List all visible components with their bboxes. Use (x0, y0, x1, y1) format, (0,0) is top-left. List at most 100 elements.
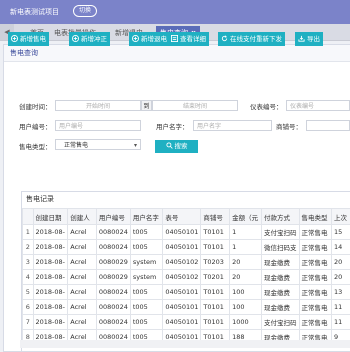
system-title: 新电表测试项目 (10, 7, 59, 17)
resend-online-payment-button[interactable]: 在线支付重新下发 (218, 32, 285, 46)
table-row[interactable]: 42018-08-Acrel0080029system04050102T0201… (23, 270, 350, 285)
column-header[interactable]: 创建日期 (33, 209, 68, 225)
table-cell: 现金缴费 (262, 300, 300, 315)
column-header[interactable]: 表号 (163, 209, 201, 225)
new-refund-label: 新增退电 (141, 35, 167, 43)
table-cell: 0080024 (96, 225, 130, 240)
table-cell: T0101 (201, 240, 230, 255)
table-cell: 04050101 (163, 300, 201, 315)
create-time-label: 创建时间： (19, 101, 52, 111)
table-cell: 100 (230, 300, 262, 315)
table-cell: 2018-08- (33, 255, 68, 270)
table-cell: 正常售电 (299, 240, 331, 255)
table-cell: T0101 (201, 300, 230, 315)
table-cell: T0203 (201, 255, 230, 270)
horizontal-scrollbar[interactable] (20, 340, 350, 348)
table-cell: 20 (331, 255, 350, 270)
export-label: 导出 (307, 35, 320, 43)
table-cell: T0101 (201, 315, 230, 330)
table-cell: 0080024 (96, 240, 130, 255)
user-name-input[interactable]: 用户名字 (193, 120, 272, 131)
table-cell: 2018-08- (33, 285, 68, 300)
column-header[interactable]: 上次 (331, 209, 350, 225)
column-header[interactable]: 用户名字 (130, 209, 162, 225)
table-cell: T0101 (201, 285, 230, 300)
export-button[interactable]: 导出 (295, 32, 323, 46)
top-header: 新电表测试项目 切换 (0, 0, 350, 24)
table-cell: 15 (331, 225, 350, 240)
search-icon (166, 142, 173, 149)
table-row[interactable]: 52018-08-Acrel0080024t00504050101T010110… (23, 285, 350, 300)
table-row[interactable]: 62018-08-Acrel0080024t00504050101T010110… (23, 300, 350, 315)
new-sale-label: 新增售电 (20, 35, 46, 43)
column-header[interactable]: 用户编号 (96, 209, 130, 225)
new-refund-button[interactable]: 新增退电 (129, 32, 170, 46)
shop-no-input[interactable] (306, 120, 350, 131)
view-detail-button[interactable]: 查看详细 (168, 32, 209, 46)
table-cell: system (130, 255, 162, 270)
row-index: 4 (23, 270, 34, 285)
resend-online-payment-label: 在线支付重新下发 (230, 35, 282, 43)
table-cell: 正常售电 (299, 225, 331, 240)
column-header[interactable]: 商铺号 (201, 209, 230, 225)
start-time-input[interactable]: 开始时间 (55, 100, 141, 111)
sale-type-value: 正常售电 (64, 142, 88, 149)
table-cell: 2018-08- (33, 300, 68, 315)
table-cell: 2018-08- (33, 315, 68, 330)
table-row[interactable]: 12018-08-Acrel0080024t00504050101T01011支… (23, 225, 350, 240)
table-cell: 1000 (230, 315, 262, 330)
table-cell: 微信扫码支 (262, 240, 300, 255)
row-index: 6 (23, 300, 34, 315)
view-detail-label: 查看详细 (180, 35, 206, 43)
column-header[interactable]: 付款方式 (262, 209, 300, 225)
column-header[interactable]: 金额（元 (230, 209, 262, 225)
table-cell: 正常售电 (299, 315, 331, 330)
table-cell: 现金缴费 (262, 285, 300, 300)
panel-title: 售电查询 (4, 45, 350, 62)
table-cell: 0080029 (96, 270, 130, 285)
row-index: 5 (23, 285, 34, 300)
user-name-label: 用户名字： (156, 121, 189, 131)
table-cell: Acrel (68, 315, 97, 330)
new-sale-button[interactable]: 新增售电 (8, 32, 49, 46)
table-body: 12018-08-Acrel0080024t00504050101T01011支… (23, 225, 350, 345)
table-cell: 0080024 (96, 285, 130, 300)
export-icon (298, 35, 305, 42)
table-cell: system (130, 270, 162, 285)
table-cell: 20 (230, 255, 262, 270)
table-cell: 04050102 (163, 270, 201, 285)
table-cell: t005 (130, 300, 162, 315)
column-header[interactable] (23, 209, 34, 225)
table-cell: T0201 (201, 270, 230, 285)
row-index: 3 (23, 255, 34, 270)
table-row[interactable]: 72018-08-Acrel0080024t00504050101T010110… (23, 315, 350, 330)
records-title: 售电记录 (22, 192, 350, 207)
table-cell: 支付宝扫码 (262, 225, 300, 240)
column-header[interactable]: 售电类型 (299, 209, 331, 225)
end-time-input[interactable]: 结束时间 (152, 100, 238, 111)
table-row[interactable]: 32018-08-Acrel0080029system04050102T0203… (23, 255, 350, 270)
table-cell: 13 (331, 285, 350, 300)
switch-project-button[interactable]: 切换 (73, 5, 97, 17)
table-cell: t005 (130, 315, 162, 330)
sale-records-section: 售电记录 创建日期创建人用户编号用户名字表号商铺号金额（元付款方式售电类型上次 … (21, 191, 350, 352)
plus-icon (11, 35, 18, 42)
table-cell: 20 (230, 270, 262, 285)
meter-no-label: 仪表编号： (250, 101, 283, 111)
meter-no-input[interactable]: 仪表编号 (286, 100, 350, 111)
table-cell: Acrel (68, 285, 97, 300)
new-reversal-button[interactable]: 新增冲正 (69, 32, 110, 46)
table-cell: 0080029 (96, 255, 130, 270)
search-button[interactable]: 搜索 (155, 140, 198, 153)
table-cell: 11 (331, 300, 350, 315)
table-cell: 04050102 (163, 255, 201, 270)
table-cell: 正常售电 (299, 285, 331, 300)
user-no-input[interactable]: 用户编号 (55, 120, 141, 131)
table-row[interactable]: 22018-08-Acrel0080024t00504050101T01011微… (23, 240, 350, 255)
refresh-icon (221, 35, 228, 42)
table-cell: 1 (230, 240, 262, 255)
chevron-down-icon: ▾ (134, 140, 137, 151)
table-cell: Acrel (68, 270, 97, 285)
sale-type-select[interactable]: 正常售电 ▾ (55, 139, 141, 150)
column-header[interactable]: 创建人 (68, 209, 97, 225)
